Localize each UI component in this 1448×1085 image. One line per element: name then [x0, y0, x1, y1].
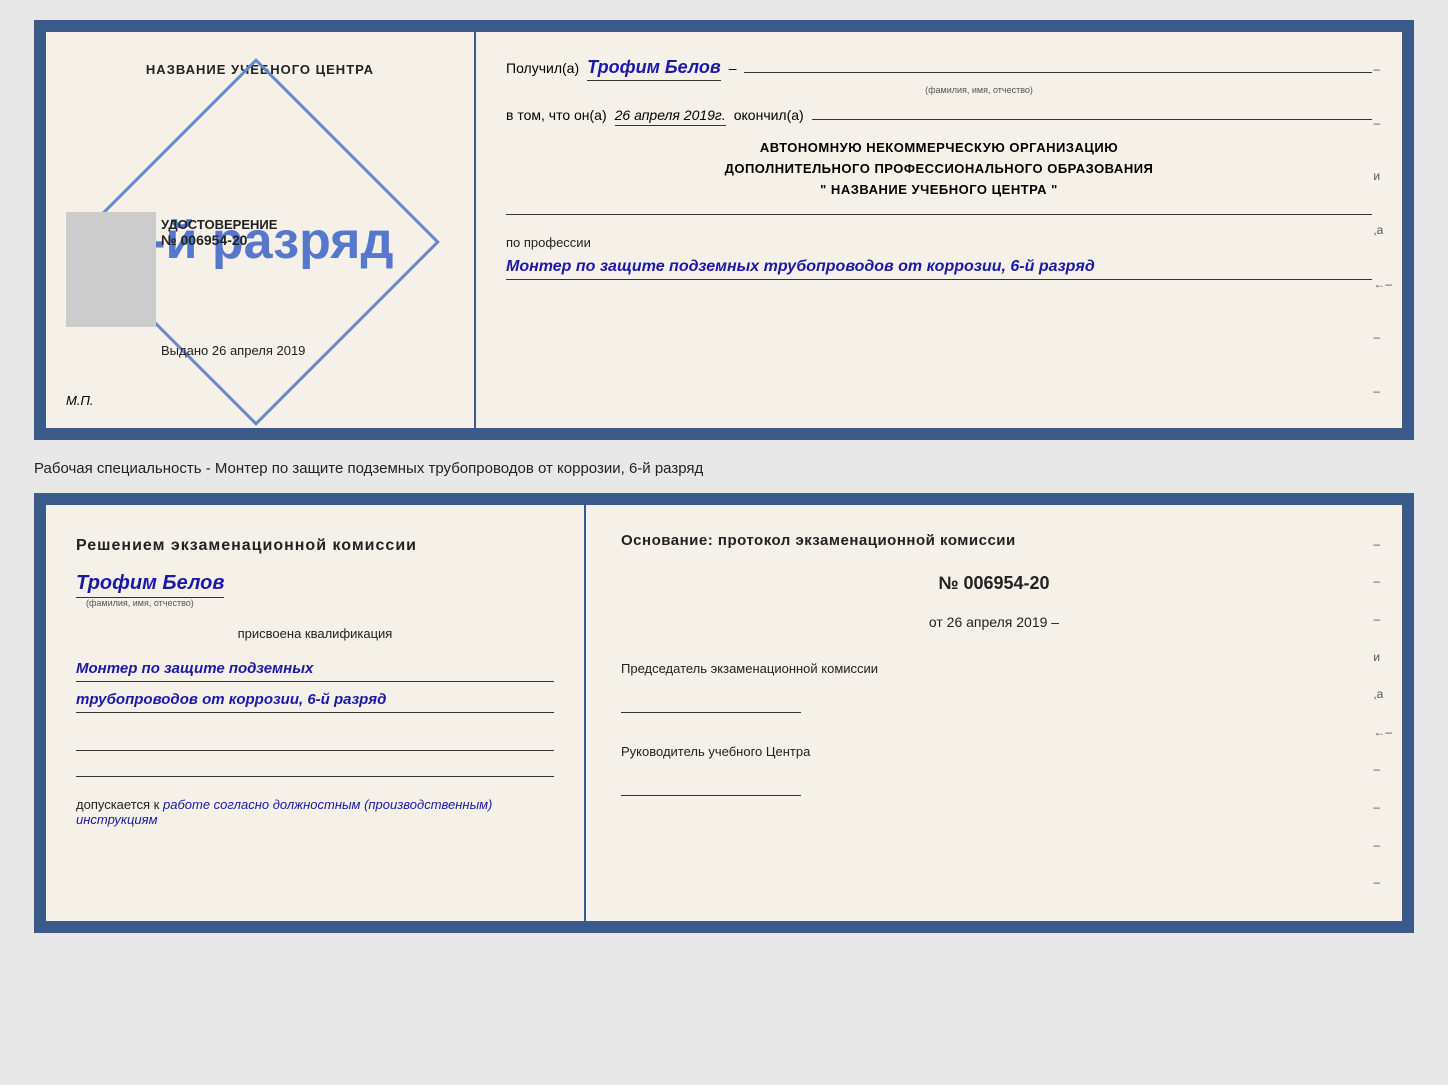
commission-title: Решением экзаменационной комиссии	[76, 535, 554, 557]
org-block: АВТОНОМНУЮ НЕКОММЕРЧЕСКУЮ ОРГАНИЗАЦИЮ ДО…	[506, 138, 1372, 200]
in-that-label: в том, что он(а)	[506, 107, 607, 123]
date-line: в том, что он(а) 26 апреля 2019г. окончи…	[506, 107, 1372, 126]
bot-left: Решением экзаменационной комиссии Трофим…	[46, 505, 586, 921]
finished-label: окончил(а)	[734, 107, 804, 123]
middle-text: Рабочая специальность - Монтер по защите…	[34, 450, 1414, 483]
blank-lines	[76, 731, 554, 777]
chairman-signature-line	[621, 683, 801, 713]
udost-number: № 006954-20	[161, 232, 277, 248]
cert-left: НАЗВАНИЕ УЧЕБНОГО ЦЕНТРА 6-й разряд УДОС…	[46, 32, 476, 428]
received-line: Получил(а) Трофим Белов –	[506, 57, 1372, 81]
protocol-number: № 006954-20	[621, 573, 1367, 594]
document-container: НАЗВАНИЕ УЧЕБНОГО ЦЕНТРА 6-й разряд УДОС…	[34, 20, 1414, 933]
cert-right: Получил(а) Трофим Белов – (фамилия, имя,…	[476, 32, 1402, 428]
bot-profession-block: Монтер по защите подземных трубопроводов…	[76, 651, 554, 713]
udost-block: УДОСТОВЕРЕНИЕ № 006954-20	[161, 217, 277, 248]
person-name-cursive: Трофим Белов	[76, 572, 224, 598]
blank-line-2	[76, 757, 554, 777]
person-name-block: Трофим Белов (фамилия, имя, отчество)	[76, 572, 554, 608]
protocol-date-value: 26 апреля 2019	[947, 614, 1048, 630]
mp-block: М.П.	[66, 393, 93, 408]
org-line1: АВТОНОМНУЮ НЕКОММЕРЧЕСКУЮ ОРГАНИЗАЦИЮ	[506, 138, 1372, 159]
date-value: 26 апреля 2019г.	[615, 107, 726, 126]
profession-label: по профессии	[506, 235, 591, 250]
bot-right: Основание: протокол экзаменационной коми…	[586, 505, 1402, 921]
vydano-block: Выдано 26 апреля 2019	[161, 343, 305, 358]
received-label: Получил(а)	[506, 60, 579, 76]
protocol-dash: –	[1051, 614, 1059, 630]
bot-profession-line1: Монтер по защите подземных	[76, 657, 554, 682]
right-dashes-bot: – – – и ,а ←– – – – –	[1373, 505, 1392, 921]
org-line2: ДОПОЛНИТЕЛЬНОГО ПРОФЕССИОНАЛЬНОГО ОБРАЗО…	[506, 159, 1372, 180]
osnov-text: Основание: протокол экзаменационной коми…	[621, 530, 1367, 553]
chairman-block: Председатель экзаменационной комиссии	[621, 660, 1367, 713]
profession-value: Монтер по защите подземных трубопроводов…	[506, 256, 1372, 279]
protocol-date-prefix: от	[929, 614, 943, 630]
org-line3: " НАЗВАНИЕ УЧЕБНОГО ЦЕНТРА "	[506, 180, 1372, 201]
bot-profession-line2: трубопроводов от коррозии, 6-й разряд	[76, 688, 554, 713]
udost-label: УДОСТОВЕРЕНИЕ	[161, 217, 277, 232]
допускается-block: допускается к работе согласно должностны…	[76, 797, 554, 827]
head-block: Руководитель учебного Центра	[621, 743, 1367, 796]
head-title: Руководитель учебного Центра	[621, 743, 1367, 761]
right-side-dashes: – – и ,а ←– – –	[1373, 32, 1392, 428]
vydano-date: 26 апреля 2019	[212, 343, 306, 358]
chairman-title: Председатель экзаменационной комиссии	[621, 660, 1367, 678]
received-fio-hint: (фамилия, имя, отчество)	[586, 85, 1372, 95]
bottom-certificate: Решением экзаменационной комиссии Трофим…	[34, 493, 1414, 933]
photo-placeholder	[66, 212, 156, 327]
допускается-label: допускается к	[76, 797, 159, 812]
blank-line-1	[76, 731, 554, 751]
head-signature-line	[621, 766, 801, 796]
received-name: Трофим Белов	[587, 57, 721, 81]
top-certificate: НАЗВАНИЕ УЧЕБНОГО ЦЕНТРА 6-й разряд УДОС…	[34, 20, 1414, 440]
protocol-date: от 26 апреля 2019 –	[621, 614, 1367, 630]
profession-block: по профессии Монтер по защите подземных …	[506, 234, 1372, 279]
assigned-label: присвоена квалификация	[76, 626, 554, 641]
bot-fio-hint: (фамилия, имя, отчество)	[86, 598, 554, 608]
vydano-label: Выдано	[161, 343, 208, 358]
